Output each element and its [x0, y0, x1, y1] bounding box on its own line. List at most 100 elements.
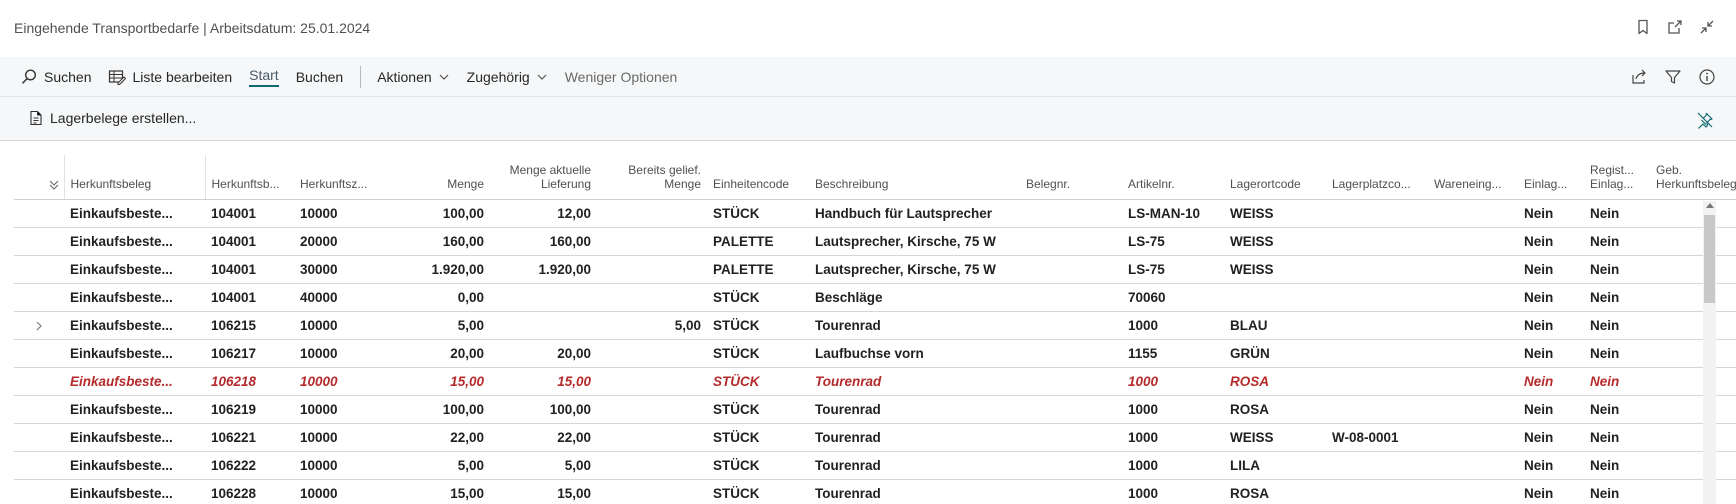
row-selector[interactable]: [14, 311, 64, 340]
column-header[interactable]: Belegnr.: [1020, 155, 1122, 200]
column-header[interactable]: Bereits gelief. Menge: [597, 155, 707, 200]
cell-herkunftsbeleg[interactable]: Einkaufsbeste...: [64, 423, 205, 452]
row-selector[interactable]: [14, 479, 64, 504]
column-header[interactable]: Herkunftsz...: [294, 155, 383, 200]
table-row[interactable]: Einkaufsbeste... 104001 30000 1.920,00 1.920…: [14, 255, 1736, 284]
table-row[interactable]: Einkaufsbeste... 104001 10000 100,00 12,00 ST…: [14, 199, 1736, 228]
cell-einlag: Nein: [1518, 423, 1584, 452]
table-row[interactable]: Einkaufsbeste... 106221 10000 22,00 22,00 STÜ…: [14, 423, 1736, 452]
column-header[interactable]: Lagerortcode: [1224, 155, 1326, 200]
column-header[interactable]: Wareneing...: [1428, 155, 1518, 200]
cell-herkunftsbelegnr[interactable]: 106228: [205, 479, 294, 504]
actions-menu[interactable]: Aktionen: [377, 57, 449, 97]
row-selector[interactable]: [14, 227, 64, 256]
table-row[interactable]: Einkaufsbeste... 106218 10000 15,00 15,00 STÜ…: [14, 367, 1736, 396]
cell-herkunftsbelegnr[interactable]: 106217: [205, 339, 294, 368]
row-selector[interactable]: [14, 339, 64, 368]
filter-icon[interactable]: [1664, 68, 1682, 86]
table-row[interactable]: Einkaufsbeste... 106219 10000 100,00 100,00 S…: [14, 395, 1736, 424]
cell-herkunftsbeleg[interactable]: Einkaufsbeste...: [64, 199, 205, 228]
cell-herkunftsbelegnr[interactable]: 104001: [205, 227, 294, 256]
edit-list-button[interactable]: Liste bearbeiten: [108, 57, 232, 97]
table-body: Einkaufsbeste... 104001 10000 100,00 12,00 ST…: [14, 199, 1736, 504]
create-warehouse-documents-button[interactable]: Lagerbelege erstellen...: [28, 110, 196, 126]
table-row[interactable]: Einkaufsbeste... 106222 10000 5,00 5,00 STÜCK…: [14, 451, 1736, 480]
cell-wareneing: [1428, 479, 1518, 504]
table-row[interactable]: Einkaufsbeste... 106217 10000 20,00 20,00 STÜ…: [14, 339, 1736, 368]
cell-bereits: [597, 255, 707, 284]
column-header[interactable]: Regist... Einlag...: [1584, 155, 1650, 200]
open-new-window-icon[interactable]: [1666, 18, 1684, 36]
cell-wareneing: [1428, 283, 1518, 312]
cell-herkunftsbeleg[interactable]: Einkaufsbeste...: [64, 227, 205, 256]
cell-lagerort: ROSA: [1224, 367, 1326, 396]
cell-herkunftsbeleg[interactable]: Einkaufsbeste...: [64, 255, 205, 284]
cell-belegnr: [1020, 423, 1122, 452]
column-header[interactable]: Menge aktuelle Lieferung: [490, 155, 597, 200]
collapse-icon[interactable]: [1698, 18, 1716, 36]
cell-herkunftsbelegnr[interactable]: 104001: [205, 283, 294, 312]
info-icon[interactable]: [1698, 68, 1716, 86]
cell-bereits: [597, 283, 707, 312]
cell-herkunftsbelegnr[interactable]: 106215: [205, 311, 294, 340]
pin-icon[interactable]: [1696, 111, 1714, 129]
column-header[interactable]: Geb. Herkunftsbeleg: [1650, 155, 1736, 200]
scroll-up-arrow-icon[interactable]: [1706, 203, 1714, 208]
column-header[interactable]: Lagerplatzco...: [1326, 155, 1428, 200]
cell-herkunftsbelegnr[interactable]: 106221: [205, 423, 294, 452]
table-row[interactable]: Einkaufsbeste... 106228 10000 15,00 15,00 STÜ…: [14, 479, 1736, 504]
cell-herkunftsbeleg[interactable]: Einkaufsbeste...: [64, 451, 205, 480]
table-row[interactable]: Einkaufsbeste... 106215 10000 5,00 5,00 STÜCK…: [14, 311, 1736, 340]
column-header[interactable]: Einlag...: [1518, 155, 1584, 200]
cell-herkunftsbeleg[interactable]: Einkaufsbeste...: [64, 283, 205, 312]
column-header[interactable]: Menge: [383, 155, 490, 200]
cell-menge-akt: 15,00: [490, 367, 597, 396]
cell-herkunftsbeleg[interactable]: Einkaufsbeste...: [64, 339, 205, 368]
row-selector[interactable]: [14, 451, 64, 480]
row-selector[interactable]: [14, 283, 64, 312]
cell-menge: 0,00: [383, 283, 490, 312]
cell-menge: 22,00: [383, 423, 490, 452]
row-selector[interactable]: [14, 255, 64, 284]
cell-belegnr: [1020, 367, 1122, 396]
row-selector[interactable]: [14, 367, 64, 396]
cell-herkunftsbeleg[interactable]: Einkaufsbeste...: [64, 367, 205, 396]
bookmark-icon[interactable]: [1634, 18, 1652, 36]
related-menu[interactable]: Zugehörig: [467, 57, 548, 97]
share-icon[interactable]: [1630, 68, 1648, 86]
cell-herkunftsbeleg[interactable]: Einkaufsbeste...: [64, 395, 205, 424]
table-row[interactable]: Einkaufsbeste... 104001 20000 160,00 160,00 P…: [14, 227, 1736, 256]
tab-start[interactable]: Start: [249, 57, 279, 97]
cell-regist: Nein: [1584, 423, 1650, 452]
column-header[interactable]: Herkunftsb...: [205, 155, 294, 200]
column-header[interactable]: Einheitencode: [707, 155, 809, 200]
cell-regist: Nein: [1584, 367, 1650, 396]
tab-post-label: Buchen: [295, 69, 344, 85]
row-selector[interactable]: [14, 395, 64, 424]
row-selector[interactable]: [14, 199, 64, 228]
row-selector[interactable]: [14, 423, 64, 452]
cell-menge: 100,00: [383, 395, 490, 424]
column-header[interactable]: Beschreibung: [809, 155, 1020, 200]
cell-herkunftsbeleg[interactable]: Einkaufsbeste...: [64, 479, 205, 504]
select-column-header[interactable]: [14, 155, 65, 200]
cell-wareneing: [1428, 255, 1518, 284]
tab-post[interactable]: Buchen: [296, 57, 343, 97]
search-button[interactable]: Suchen: [20, 57, 91, 97]
cell-herkunftszeilennr: 30000: [294, 255, 383, 284]
cell-herkunftsbelegnr[interactable]: 106219: [205, 395, 294, 424]
cell-herkunftsbelegnr[interactable]: 106218: [205, 367, 294, 396]
cell-herkunftsbeleg[interactable]: Einkaufsbeste...: [64, 311, 205, 340]
cell-einheit: STÜCK: [707, 423, 809, 452]
fewer-options-button[interactable]: Weniger Optionen: [565, 57, 678, 97]
cell-herkunftsbelegnr[interactable]: 104001: [205, 255, 294, 284]
cell-einheit: STÜCK: [707, 311, 809, 340]
table-row[interactable]: Einkaufsbeste... 104001 40000 0,00 STÜCK Besc…: [14, 283, 1736, 312]
scrollbar-thumb[interactable]: [1704, 215, 1715, 303]
cell-herkunftsbelegnr[interactable]: 106222: [205, 451, 294, 480]
cell-einlag: Nein: [1518, 479, 1584, 504]
column-header[interactable]: Artikelnr.: [1122, 155, 1224, 200]
column-header[interactable]: Herkunftsbeleg: [64, 155, 206, 200]
cell-menge-akt: 100,00: [490, 395, 597, 424]
cell-herkunftsbelegnr[interactable]: 104001: [205, 199, 294, 228]
